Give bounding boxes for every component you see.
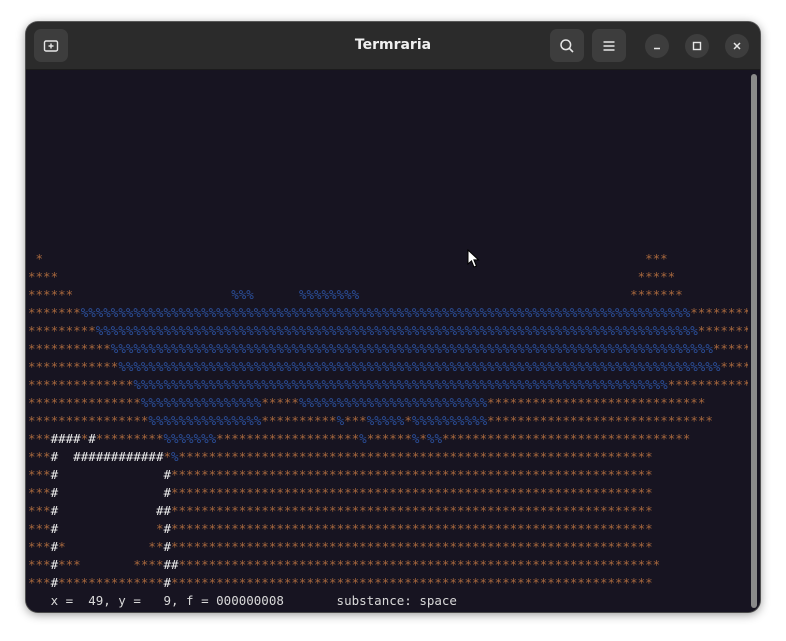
terminal-row: ***# ##*********************************… <box>28 503 653 518</box>
terminal-row: ***********%%%%%%%%%%%%%%%%%%%%%%%%%%%%%… <box>28 341 748 356</box>
terminal-row: **************%%%%%%%%%%%%%%%%%%%%%%%%%%… <box>28 377 748 392</box>
hamburger-menu-icon <box>603 40 615 51</box>
scrollbar-thumb[interactable] <box>751 74 757 608</box>
new-tab-icon <box>43 39 59 52</box>
terminal-row: ***#**************#*********************… <box>28 575 653 590</box>
minimize-icon <box>654 47 660 50</box>
game-world-view: * *** **** ***** ****** %%% %%%%%%%% ***… <box>28 70 748 592</box>
maximize-icon <box>692 41 702 51</box>
search-button[interactable] <box>550 29 584 62</box>
terminal-row: ***************%%%%%%%%%%%%%%%%*****%%%%… <box>28 395 706 410</box>
scrollbar[interactable] <box>748 70 760 612</box>
mouse-pointer-icon <box>467 249 480 268</box>
terminal-row: ***# #**********************************… <box>28 467 653 482</box>
close-button[interactable] <box>725 34 749 58</box>
minimize-button[interactable] <box>645 34 669 58</box>
terminal-row: ***####*#*********%%%%%%%***************… <box>28 431 691 446</box>
status-line: x = 49, y = 9, f = 000000008 substance: … <box>28 593 457 608</box>
terminal-row: ***# *#*********************************… <box>28 521 653 536</box>
title-bar[interactable]: Termraria <box>26 22 760 70</box>
menu-button[interactable] <box>592 29 626 62</box>
terminal-row: *********%%%%%%%%%%%%%%%%%%%%%%%%%%%%%%%… <box>28 323 748 338</box>
terminal-row: ***# ############*%*********************… <box>28 449 653 464</box>
terminal-row: * *** <box>28 251 668 266</box>
terminal-row: ***#* **#*******************************… <box>28 539 653 554</box>
terminal-row: ****************%%%%%%%%%%%%%%%*********… <box>28 413 713 428</box>
terminal-output[interactable]: * *** **** ***** ****** %%% %%%%%%%% ***… <box>26 70 748 612</box>
terminal-row: **** ***** <box>28 269 676 284</box>
terminal-row: ************%%%%%%%%%%%%%%%%%%%%%%%%%%%%… <box>28 359 748 374</box>
search-icon <box>560 38 574 53</box>
terminal-row: *******%%%%%%%%%%%%%%%%%%%%%%%%%%%%%%%%%… <box>28 305 748 320</box>
maximize-button[interactable] <box>685 34 709 58</box>
terminal-window: Termraria * *** **** ***** ****** %%% %%… <box>26 22 760 612</box>
new-tab-button[interactable] <box>34 29 68 62</box>
terminal-row: ***# #**********************************… <box>28 485 653 500</box>
terminal-row: ****** %%% %%%%%%%% ******* <box>28 287 683 302</box>
close-icon <box>733 42 741 50</box>
terminal-row: ***#*** ****##**************************… <box>28 557 661 572</box>
